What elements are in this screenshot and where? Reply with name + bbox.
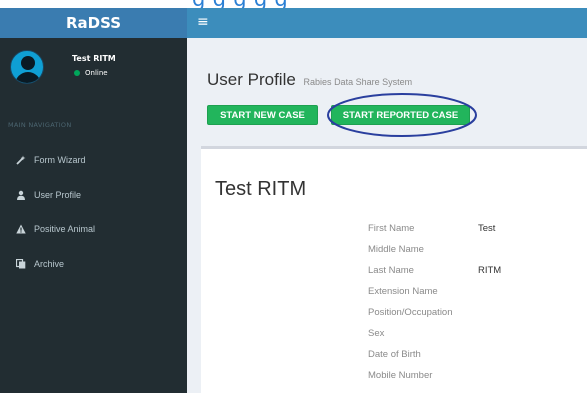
sidebar-item-user-profile[interactable]: User Profile: [0, 178, 187, 213]
app-logo[interactable]: RaDSS: [0, 8, 187, 38]
sidebar-item-form-wizard[interactable]: Form Wizard: [0, 143, 187, 178]
user-status-label: Online: [85, 69, 108, 77]
online-status-icon: [74, 70, 80, 76]
sidebar-item-label: Form Wizard: [34, 155, 86, 166]
table-row: Middle Name: [368, 239, 501, 260]
field-value: Test: [478, 223, 496, 234]
field-value: [478, 302, 501, 323]
profile-details-table: First Name Test Middle Name Last Name RI…: [368, 218, 501, 386]
field-value: [478, 365, 501, 386]
field-label: First Name: [368, 223, 415, 234]
table-row: First Name Test: [368, 218, 501, 239]
field-value: RITM: [478, 265, 502, 276]
sidebar-item-positive-animal[interactable]: Positive Animal: [0, 212, 187, 247]
page-title-text: User Profile: [207, 70, 296, 89]
page-subtitle: Rabies Data Share System: [303, 77, 413, 87]
field-value: [478, 323, 501, 344]
sidebar-nav: Form Wizard User Profile Positive Animal…: [0, 143, 187, 281]
copy-icon: [16, 258, 34, 269]
field-label: Position/Occupation: [368, 307, 453, 318]
nav-header: MAIN NAVIGATION: [8, 121, 72, 129]
sidebar-item-label: Positive Animal: [34, 224, 96, 235]
warning-icon: [16, 224, 34, 234]
table-row: Last Name RITM: [368, 260, 501, 281]
table-row: Extension Name: [368, 281, 501, 302]
user-panel: Test RITM Online: [0, 38, 187, 100]
table-row: Sex: [368, 323, 501, 344]
start-new-case-button[interactable]: START NEW CASE: [207, 105, 318, 125]
field-label: Last Name: [368, 265, 414, 276]
sidebar-item-archive[interactable]: Archive: [0, 247, 187, 282]
magic-wand-icon: [16, 155, 34, 165]
avatar: [10, 50, 44, 84]
field-value: [478, 281, 501, 302]
field-label: Extension Name: [368, 286, 438, 297]
user-name: Test RITM: [72, 54, 116, 63]
field-value: [478, 239, 501, 260]
user-status: Online: [74, 69, 108, 77]
main-content: User Profile Rabies Data Share System ST…: [187, 38, 587, 393]
sidebar: Test RITM Online MAIN NAVIGATION Form Wi…: [0, 38, 187, 393]
top-navbar: ≡: [187, 8, 587, 38]
top-banner-strip: g g g g g: [0, 0, 587, 8]
table-row: Position/Occupation: [368, 302, 501, 323]
top-banner-text: g g g g g: [192, 0, 288, 8]
hamburger-icon[interactable]: ≡: [197, 14, 209, 30]
field-label: Sex: [368, 328, 385, 339]
page-title: User Profile Rabies Data Share System: [207, 70, 412, 90]
field-label: Mobile Number: [368, 370, 433, 381]
user-icon: [16, 190, 34, 200]
field-value: [478, 344, 501, 365]
start-reported-case-button[interactable]: START REPORTED CASE: [331, 105, 470, 125]
field-label: Date of Birth: [368, 349, 421, 360]
sidebar-item-label: User Profile: [34, 189, 82, 200]
profile-card: Test RITM First Name Test Middle Name La…: [201, 146, 587, 393]
table-row: Date of Birth: [368, 344, 501, 365]
table-row: Mobile Number: [368, 365, 501, 386]
field-label: Middle Name: [368, 244, 424, 255]
sidebar-item-label: Archive: [34, 258, 65, 269]
profile-name: Test RITM: [215, 178, 307, 200]
